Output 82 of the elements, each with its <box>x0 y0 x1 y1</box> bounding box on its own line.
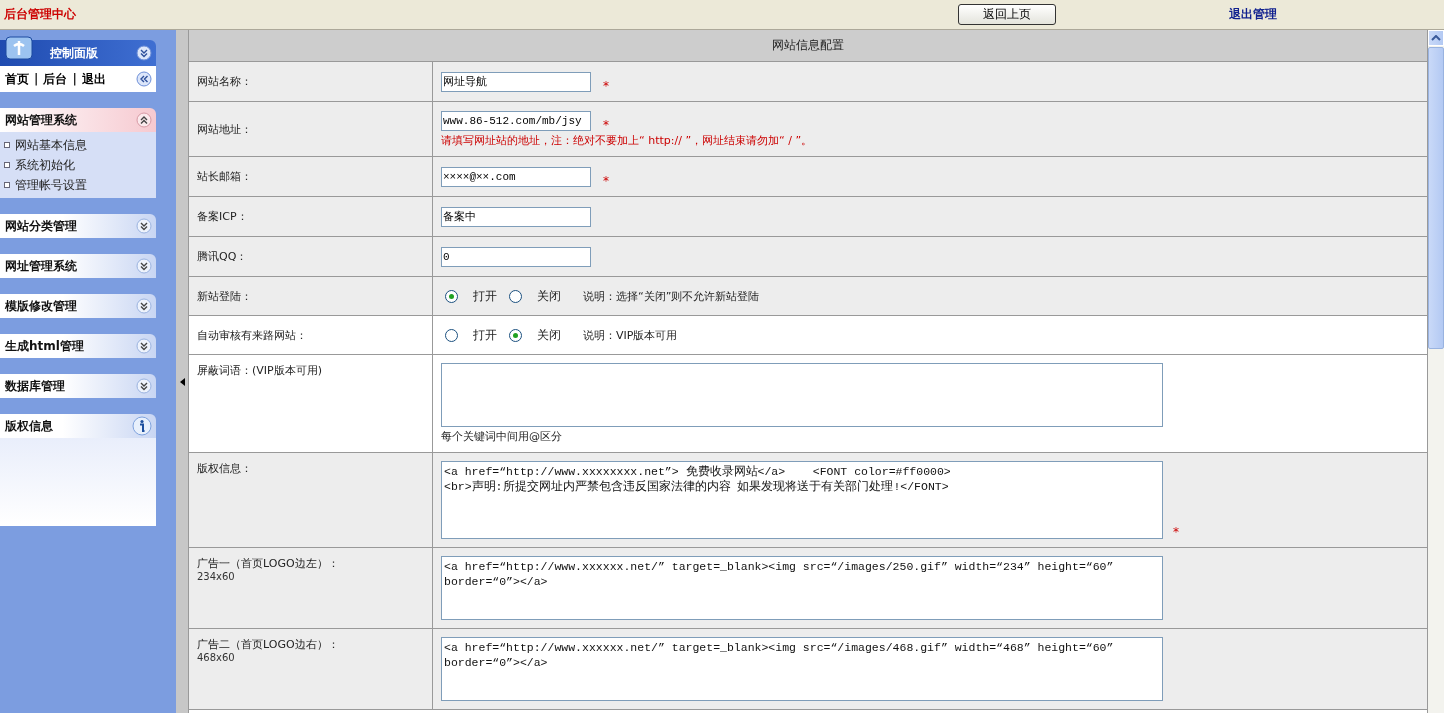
bullet-icon <box>4 182 10 188</box>
field-label: 腾讯QQ： <box>197 249 249 264</box>
expand-icon[interactable] <box>136 338 152 354</box>
panel-title: 控制面版 <box>50 44 99 62</box>
menu-group-title: 数据库管理 <box>5 377 65 395</box>
logout-link[interactable]: 退出管理 <box>1229 6 1277 23</box>
radio-button[interactable] <box>445 289 458 303</box>
option-note: 说明：选择“关闭”则不允许新站登陆 <box>583 288 760 304</box>
menu-group-header[interactable]: 网站分类管理 <box>0 214 156 238</box>
vertical-scrollbar[interactable] <box>1428 30 1444 713</box>
field-label: 站长邮箱： <box>197 169 253 184</box>
option-note: 说明：VIP版本可用 <box>583 327 678 343</box>
text-area[interactable]: <a href=“http://www.xxxxxxxx.net”> 免费收录网站</a> <FONT color=#ff0000> <br>声明:所提交网址内严禁包含违反国家法律的内容 如果发现将送于有关部门处理!</FONT> <box>441 461 1163 539</box>
menu-item[interactable]: 网站基本信息 <box>15 136 87 154</box>
text-field[interactable]: ××××@××.com <box>441 166 591 187</box>
menu-group-title: 模版修改管理 <box>5 297 77 315</box>
field-label: 广告二（首页LOGO边右）： <box>197 637 340 652</box>
menu-group-header[interactable]: 版权信息 <box>0 414 156 438</box>
menu-item[interactable]: 管理帐号设置 <box>15 176 87 194</box>
radio-button[interactable] <box>509 328 522 342</box>
menu-group-header[interactable]: 模版修改管理 <box>0 294 156 318</box>
field-hint: 请填写网址站的地址，注：绝对不要加上“ http:// ”，网址结束请勿加“ / ”。 <box>441 133 814 148</box>
form-title: 网站信息配置 <box>772 37 844 54</box>
collapse-icon[interactable] <box>136 45 152 61</box>
field-label: 屏蔽词语：(VIP版本可用) <box>197 363 323 378</box>
menu-item[interactable]: 系统初始化 <box>15 156 75 174</box>
back-button[interactable]: 返回上页 <box>958 4 1056 25</box>
menu-group-title: 版权信息 <box>5 417 53 435</box>
chevron-left-icon[interactable] <box>136 71 152 87</box>
scroll-up-button[interactable] <box>1428 30 1444 46</box>
required-mark: * <box>603 78 609 93</box>
field-label: 网站地址： <box>197 121 253 137</box>
info-icon <box>132 416 152 436</box>
text-area[interactable] <box>441 363 1163 427</box>
radio-button[interactable] <box>509 289 522 303</box>
menu-group-title: 网址管理系统 <box>5 257 77 275</box>
menu-group-title: 网站分类管理 <box>5 217 77 235</box>
text-area[interactable]: <a href=“http://www.xxxxxx.net/” target=_blank><img src=“/images/250.gif” width=“234” height=“60” border=“0”></a> <box>441 556 1163 620</box>
menu-group-header[interactable]: 生成html管理 <box>0 334 156 358</box>
scroll-thumb[interactable] <box>1428 47 1444 349</box>
bullet-icon <box>4 142 10 148</box>
expand-icon[interactable] <box>136 378 152 394</box>
radio-label: 打开 <box>473 326 497 344</box>
triangle-left-icon[interactable] <box>179 377 185 386</box>
field-label: 版权信息： <box>197 461 253 476</box>
text-field[interactable]: 网址导航 <box>441 71 591 92</box>
menu-group-header[interactable]: 网址管理系统 <box>0 254 156 278</box>
link-separator: | <box>72 72 77 86</box>
size-label: 234x60 <box>197 571 236 582</box>
size-label: 468x60 <box>197 652 236 663</box>
radio-label: 打开 <box>473 287 497 305</box>
radio-button[interactable] <box>445 328 458 342</box>
quick-link[interactable]: 首页 <box>5 70 29 88</box>
required-mark: * <box>1173 525 1179 539</box>
field-label: 备案ICP： <box>197 209 249 224</box>
field-label: 网站名称： <box>197 74 253 89</box>
expand-icon[interactable] <box>136 258 152 274</box>
menu-group-header[interactable]: 数据库管理 <box>0 374 156 398</box>
chevron-up-icon[interactable] <box>1431 35 1441 41</box>
collapse-icon[interactable] <box>136 112 152 128</box>
menu-group-title: 生成html管理 <box>5 337 84 355</box>
field-label: 新站登陆： <box>197 288 253 304</box>
text-area[interactable]: <a href=“http://www.xxxxxx.net/” target=_blank><img src=“/images/468.gif” width=“468” height=“60” border=“0”></a> <box>441 637 1163 701</box>
menu-group-title: 网站管理系统 <box>5 111 77 129</box>
radio-label: 关闭 <box>537 287 561 305</box>
field-hint: 每个关键词中间用@区分 <box>441 429 563 444</box>
required-mark: * <box>603 173 609 188</box>
app-title: 后台管理中心 <box>4 6 76 23</box>
text-field[interactable]: www.86-512.com/mb/jsy <box>441 111 591 131</box>
expand-icon[interactable] <box>136 218 152 234</box>
quick-link[interactable]: 后台 <box>43 70 68 88</box>
bullet-icon <box>4 162 10 168</box>
radio-label: 关闭 <box>537 326 561 344</box>
link-separator: | <box>34 72 39 86</box>
quick-link[interactable]: 退出 <box>81 70 106 88</box>
text-field[interactable]: 0 <box>441 246 591 267</box>
field-label: 自动审核有来路网站： <box>197 327 308 343</box>
menu-group-header[interactable]: 网站管理系统 <box>0 108 156 132</box>
field-label: 广告一（首页LOGO边左）： <box>197 556 340 571</box>
expand-icon[interactable] <box>136 298 152 314</box>
text-field[interactable]: 备案中 <box>441 206 591 227</box>
required-mark: * <box>603 118 609 132</box>
